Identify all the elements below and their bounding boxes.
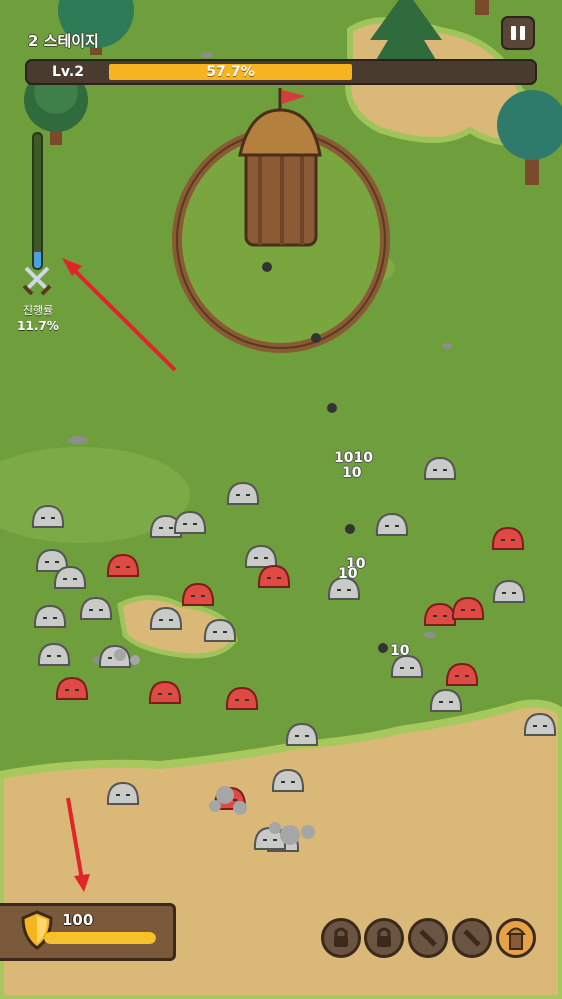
red-slime xyxy=(181,582,215,606)
game-field xyxy=(0,0,562,999)
gray-slime xyxy=(244,544,278,568)
skill-slot-sword[interactable] xyxy=(452,918,492,958)
red-slime xyxy=(148,680,182,704)
red-slime xyxy=(55,676,89,700)
pause-button[interactable] xyxy=(501,16,535,50)
red-slime xyxy=(445,662,479,686)
gray-slime xyxy=(149,606,183,630)
skill-slot-tower[interactable] xyxy=(496,918,536,958)
sword-icon xyxy=(463,929,481,947)
red-slime xyxy=(257,564,291,588)
gray-slime xyxy=(37,642,71,666)
damage-number: 10 xyxy=(390,643,410,659)
red-slime xyxy=(225,686,259,710)
level-percent: 57.7% xyxy=(206,64,255,80)
gray-slime xyxy=(390,654,424,678)
tower xyxy=(238,88,322,247)
tree xyxy=(497,90,562,185)
gray-slime xyxy=(523,712,557,736)
player-hp-value: 100 xyxy=(62,911,94,929)
sword-icon xyxy=(419,929,437,947)
damage-number: 10 xyxy=(342,465,362,481)
gray-slime xyxy=(106,781,140,805)
lock-icon xyxy=(377,927,391,947)
gray-slime xyxy=(375,512,409,536)
gray-slime xyxy=(53,565,87,589)
red-slime xyxy=(423,602,457,626)
player-hp-fill xyxy=(44,932,156,944)
gray-slime xyxy=(423,456,457,480)
damage-number: 10 xyxy=(338,566,358,582)
red-slime xyxy=(106,553,140,577)
gray-slime xyxy=(285,722,319,746)
stage-progress-percent: 11.7% xyxy=(17,319,59,333)
lock-icon xyxy=(334,927,348,947)
pause-icon xyxy=(511,26,516,40)
skill-slot-sword[interactable] xyxy=(408,918,448,958)
tree xyxy=(475,0,489,15)
gray-slime xyxy=(33,604,67,628)
damage-number: 1010 xyxy=(334,450,373,466)
stage-progress-bar xyxy=(32,132,43,270)
skill-slot-locked[interactable] xyxy=(364,918,404,958)
red-slime xyxy=(491,526,525,550)
shield-icon xyxy=(21,910,53,950)
gray-slime xyxy=(429,688,463,712)
tower-icon xyxy=(506,927,526,950)
player-hp-bar xyxy=(44,932,156,944)
level-progress-bar: Lv.2 57.7% xyxy=(25,59,537,85)
gray-slime xyxy=(31,504,65,528)
gray-slime xyxy=(271,768,305,792)
gray-slime xyxy=(173,510,207,534)
stage-progress-label: 진행률 xyxy=(22,304,54,317)
gray-slime xyxy=(79,596,113,620)
skill-slot-locked[interactable] xyxy=(321,918,361,958)
gray-slime xyxy=(492,579,526,603)
stage-label: 2 스테이지 xyxy=(28,32,99,50)
level-label: Lv.2 xyxy=(52,64,84,80)
gray-slime xyxy=(226,481,260,505)
red-slime xyxy=(451,596,485,620)
gray-slime xyxy=(203,618,237,642)
crossed-swords-icon xyxy=(22,266,52,296)
